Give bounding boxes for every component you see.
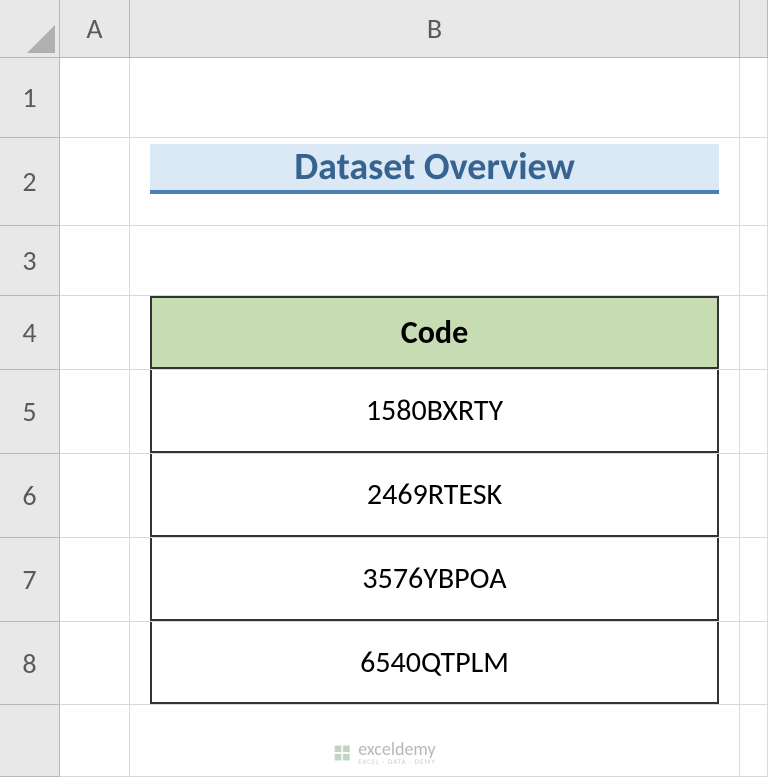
table-header-code: Code — [150, 296, 719, 369]
cell-B3[interactable] — [130, 226, 740, 296]
watermark-tagline: EXCEL · DATA · DEMY — [358, 758, 436, 765]
row-header-9[interactable] — [0, 705, 60, 777]
row-header-4[interactable]: 4 — [0, 296, 60, 370]
cell-C8[interactable] — [740, 622, 768, 705]
select-all-triangle[interactable] — [0, 0, 60, 58]
watermark-brand: exceldemy — [358, 740, 436, 758]
row-header-8[interactable]: 8 — [0, 622, 60, 705]
cell-A9[interactable] — [60, 705, 130, 777]
table-row: 2469RTESK — [150, 454, 719, 537]
cell-A4[interactable] — [60, 296, 130, 370]
cell-A5[interactable] — [60, 370, 130, 454]
cell-B1[interactable] — [130, 58, 740, 138]
watermark: exceldemy EXCEL · DATA · DEMY — [332, 740, 436, 765]
cell-C6[interactable] — [740, 454, 768, 538]
cell-A6[interactable] — [60, 454, 130, 538]
cell-A1[interactable] — [60, 58, 130, 138]
cell-A2[interactable] — [60, 138, 130, 226]
cell-C3[interactable] — [740, 226, 768, 296]
cell-B6[interactable]: 2469RTESK — [130, 454, 740, 538]
cell-C5[interactable] — [740, 370, 768, 454]
cell-B4[interactable]: Code — [130, 296, 740, 370]
cell-C4[interactable] — [740, 296, 768, 370]
row-header-2[interactable]: 2 — [0, 138, 60, 226]
row-header-3[interactable]: 3 — [0, 226, 60, 296]
col-header-next[interactable] — [740, 0, 768, 58]
table-row: 6540QTPLM — [150, 622, 719, 704]
cell-A8[interactable] — [60, 622, 130, 705]
row-header-6[interactable]: 6 — [0, 454, 60, 538]
cell-B8[interactable]: 6540QTPLM — [130, 622, 740, 705]
cell-C2[interactable] — [740, 138, 768, 226]
exceldemy-logo-icon — [332, 743, 352, 763]
row-header-7[interactable]: 7 — [0, 538, 60, 622]
cell-C7[interactable] — [740, 538, 768, 622]
cell-B2[interactable]: Dataset Overview — [130, 138, 740, 226]
cell-C9[interactable] — [740, 705, 768, 777]
row-header-5[interactable]: 5 — [0, 370, 60, 454]
cell-B5[interactable]: 1580BXRTY — [130, 370, 740, 454]
spreadsheet-grid: A B 1 2 Dataset Overview 3 4 Code 5 1580… — [0, 0, 768, 777]
cell-B7[interactable]: 3576YBPOA — [130, 538, 740, 622]
row-header-1[interactable]: 1 — [0, 58, 60, 138]
col-header-B[interactable]: B — [130, 0, 740, 58]
cell-A3[interactable] — [60, 226, 130, 296]
col-header-A[interactable]: A — [60, 0, 130, 58]
dataset-title: Dataset Overview — [150, 144, 719, 194]
cell-A7[interactable] — [60, 538, 130, 622]
cell-C1[interactable] — [740, 58, 768, 138]
table-row: 1580BXRTY — [150, 370, 719, 453]
table-row: 3576YBPOA — [150, 538, 719, 621]
